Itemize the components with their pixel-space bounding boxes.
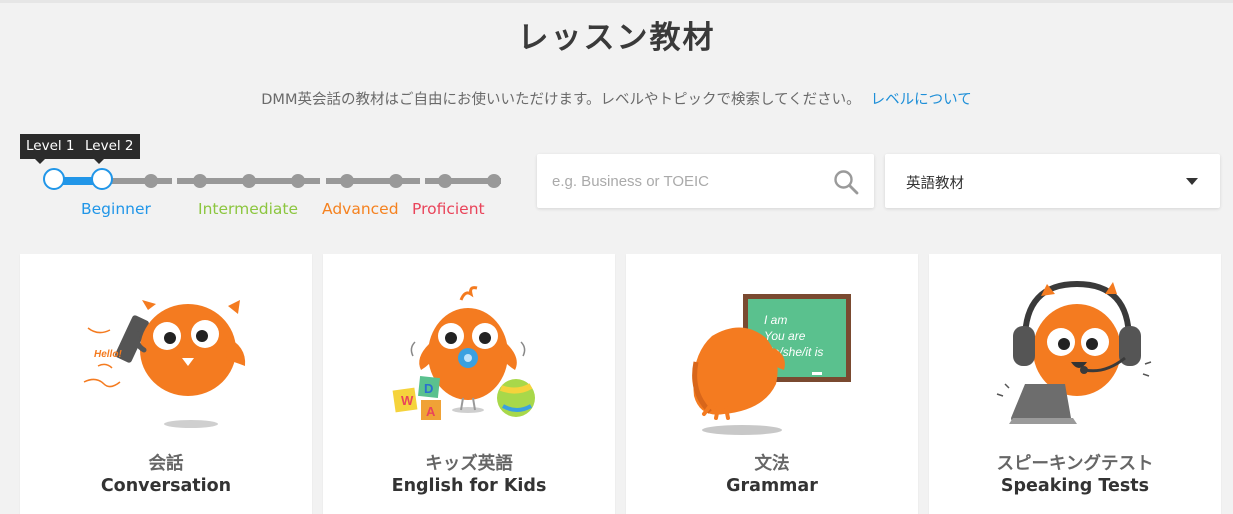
level-dot-6[interactable]	[291, 174, 305, 188]
card-speaking-tests[interactable]: スピーキングテスト Speaking Tests	[929, 254, 1221, 514]
owl-headset-illustration	[996, 280, 1152, 424]
search-icon[interactable]	[833, 169, 859, 195]
search-input[interactable]	[537, 154, 832, 208]
subtitle-text: DMM英会話の教材はご自由にお使いいただけます。レベルやトピックで検索してくださ…	[261, 92, 861, 108]
level-info-link[interactable]: レベルについて	[871, 92, 972, 108]
card-title-jp: 会話	[148, 454, 184, 474]
page-subtitle: DMM英会話の教材はご自由にお使いいただけます。レベルやトピックで検索してくださ…	[0, 88, 1233, 109]
block-letter-d: D	[424, 381, 433, 396]
top-shade	[0, 0, 1233, 3]
owl-phone-illustration: Hello!	[83, 300, 246, 428]
level-dot-8[interactable]	[389, 174, 403, 188]
level-dot-5[interactable]	[242, 174, 256, 188]
board-line-1: I am	[764, 313, 787, 327]
search-box	[537, 154, 874, 208]
card-english-for-kids[interactable]: W D A キッズ英語 English for Kids	[323, 254, 615, 514]
page-title: レッスン教材	[517, 20, 716, 56]
slider-handle-min[interactable]	[43, 168, 65, 190]
level-label-advanced[interactable]: Advanced	[322, 200, 399, 218]
block-letter-w: W	[401, 393, 414, 408]
category-select-value: 英語教材	[906, 176, 964, 192]
owl-blackboard-illustration: I am You are He/she/it is	[692, 294, 851, 435]
level-dot-7[interactable]	[340, 174, 354, 188]
toy-blocks: W D A	[392, 376, 441, 420]
card-title-en: English for Kids	[391, 476, 547, 496]
card-title-jp: キッズ英語	[425, 454, 513, 474]
level-dot-4[interactable]	[193, 174, 207, 188]
level-dot-3[interactable]	[144, 174, 158, 188]
level-label-intermediate[interactable]: Intermediate	[198, 200, 298, 218]
level-end-tooltip: Level 2	[79, 134, 140, 164]
block-letter-a: A	[426, 404, 436, 419]
category-select[interactable]: 英語教材	[885, 154, 1220, 208]
card-title-en: Grammar	[726, 476, 818, 496]
level-dot-9[interactable]	[438, 174, 452, 188]
owl-baby-illustration: W D A	[392, 286, 535, 420]
level-label-beginner[interactable]: Beginner	[81, 200, 151, 218]
level-start-tooltip: Level 1	[20, 134, 81, 164]
slider-handle-max[interactable]	[91, 168, 113, 190]
card-title-jp: 文法	[754, 454, 790, 474]
hello-text: Hello!	[94, 349, 122, 360]
card-title-en: Conversation	[100, 476, 232, 496]
level-dot-10[interactable]	[487, 174, 501, 188]
card-title-jp: スピーキングテスト	[996, 454, 1154, 474]
level-slider[interactable]: Level 1 Level 2 Beginner Intermediate Ad…	[20, 130, 520, 230]
caret-down-icon	[1186, 178, 1198, 185]
card-title-en: Speaking Tests	[1000, 476, 1150, 496]
board-line-2: You are	[764, 329, 806, 343]
level-label-proficient[interactable]: Proficient	[412, 200, 485, 218]
card-conversation[interactable]: Hello! 会話 Conversation	[20, 254, 312, 514]
card-grammar[interactable]: I am You are He/she/it is 文法 Grammar	[626, 254, 918, 514]
